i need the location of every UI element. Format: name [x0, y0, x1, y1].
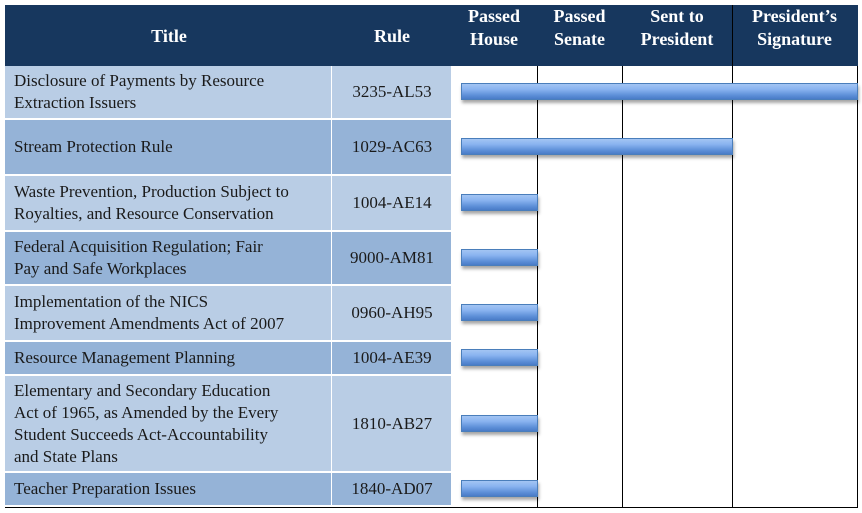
table-header: Title Rule Passed House Passed Senate Sent…	[5, 5, 858, 66]
rule-number: 1004-AE39	[352, 348, 432, 367]
rule-title-text: Federal Acquisition Regulation; Fair Pay …	[14, 236, 263, 280]
header-title-label: Title	[151, 25, 187, 46]
header-rule: Rule	[333, 5, 451, 66]
table-row: Waste Prevention, Production Subject to R…	[5, 176, 451, 230]
stage-label-line2: Signature	[757, 29, 832, 49]
rule-title: Stream Protection Rule	[5, 120, 332, 174]
rule-title-text: Waste Prevention, Production Subject to R…	[14, 181, 289, 225]
rule-title-line: Act of 1965, as Amended by the Every	[14, 402, 279, 422]
rule-number: 1810-AB27	[351, 413, 433, 433]
rule-title: Disclosure of Payments by Resource Extrac…	[5, 66, 332, 118]
stage-label-line1: Passed	[467, 6, 520, 26]
header-stage-presidents-signature: President’s Signature	[732, 5, 857, 66]
stage-divider	[732, 66, 733, 507]
rule-title-line: Improvement Amendments Act of 2007	[14, 314, 285, 333]
rule-title: Waste Prevention, Production Subject to R…	[5, 176, 332, 230]
rule-title-text: Resource Management Planning	[14, 347, 235, 369]
rule-number: 3235-AL53	[352, 82, 432, 101]
table-row: Resource Management Planning 1004-AE39	[5, 342, 451, 374]
stage-label-line1: President’s	[752, 6, 837, 26]
rule-title-text: Teacher Preparation Issues	[14, 478, 196, 500]
rule-title-line: Waste Prevention, Production Subject to	[14, 182, 289, 201]
rule-title-line: Elementary and Secondary Education	[14, 380, 271, 400]
stage-divider	[622, 66, 623, 507]
progress-bar	[461, 83, 858, 100]
table-row: Implementation of the NICS Improvement Am…	[5, 286, 451, 340]
rule-title-line: Disclosure of Payments by Resource	[14, 71, 265, 90]
rule-title-line: Extraction Issuers	[14, 93, 137, 112]
table-row: Federal Acquisition Regulation; Fair Pay …	[5, 232, 451, 284]
progress-bar	[461, 304, 538, 321]
table-row: Stream Protection Rule 1029-AC63	[5, 120, 451, 174]
stage-label-line1: Passed	[553, 6, 606, 26]
stage-label-line1: Sent to	[650, 6, 704, 26]
rule-title-line: Federal Acquisition Regulation; Fair	[14, 237, 263, 256]
rule-title: Implementation of the NICS Improvement Am…	[5, 286, 332, 340]
stage-label-line2: President	[640, 29, 714, 49]
rule-title: Teacher Preparation Issues	[5, 473, 332, 505]
rule-title-line: and State Plans	[14, 446, 118, 466]
header-stage-passed-senate: Passed Senate	[537, 5, 622, 66]
rule-title-line: Resource Management Planning	[14, 348, 235, 367]
rule-number: 9000-AM81	[349, 248, 435, 267]
rule-title-line: Implementation of the NICS	[14, 292, 209, 311]
progress-bar	[461, 194, 538, 211]
rule-title-text: Implementation of the NICS Improvement Am…	[14, 291, 284, 335]
header-stage-passed-house: Passed House	[451, 5, 537, 66]
table-row: Elementary and Secondary Education Act of…	[5, 376, 451, 471]
rule-number: 1029-AC63	[351, 137, 433, 156]
stage-label-line2: House	[469, 29, 518, 49]
rule-title-line: Pay and Safe Workplaces	[14, 259, 187, 278]
rule-title-text: Stream Protection Rule	[14, 136, 173, 158]
rule-title: Elementary and Secondary Education Act of…	[5, 376, 332, 471]
rule-title: Federal Acquisition Regulation; Fair Pay …	[5, 232, 332, 284]
rule-title: Resource Management Planning	[5, 342, 332, 374]
rule-number: 1004-AE14	[352, 193, 432, 212]
rule-title-line: Teacher Preparation Issues	[14, 479, 196, 498]
header-stage-sent-to-president: Sent to President	[622, 5, 732, 66]
rule-number: 0960-AH95	[351, 303, 433, 322]
progress-bar	[461, 138, 733, 155]
header-title: Title	[5, 5, 333, 66]
table-row: Teacher Preparation Issues 1840-AD07	[5, 473, 451, 505]
progress-bar	[461, 349, 538, 366]
stage-divider	[857, 66, 858, 507]
stage-divider	[537, 66, 538, 507]
progress-bar	[461, 480, 538, 497]
rule-number: 1840-AD07	[351, 479, 433, 498]
progress-bar	[461, 414, 538, 432]
stage-label-line2: Senate	[553, 29, 605, 49]
rule-title-text: Disclosure of Payments by Resource Extrac…	[14, 70, 264, 114]
rule-title-line: Royalties, and Resource Conservation	[14, 204, 274, 223]
header-rule-label: Rule	[374, 25, 410, 46]
table-bottom-border	[5, 507, 858, 508]
rule-title-line: Stream Protection Rule	[14, 137, 173, 156]
rule-title-line: Student Succeeds Act-Accountability	[14, 424, 268, 444]
rule-title-text: Elementary and Secondary Education Act of…	[14, 380, 278, 468]
table-row: Disclosure of Payments by Resource Extrac…	[5, 66, 451, 118]
progress-bar	[461, 249, 538, 266]
header-divider	[732, 5, 733, 66]
